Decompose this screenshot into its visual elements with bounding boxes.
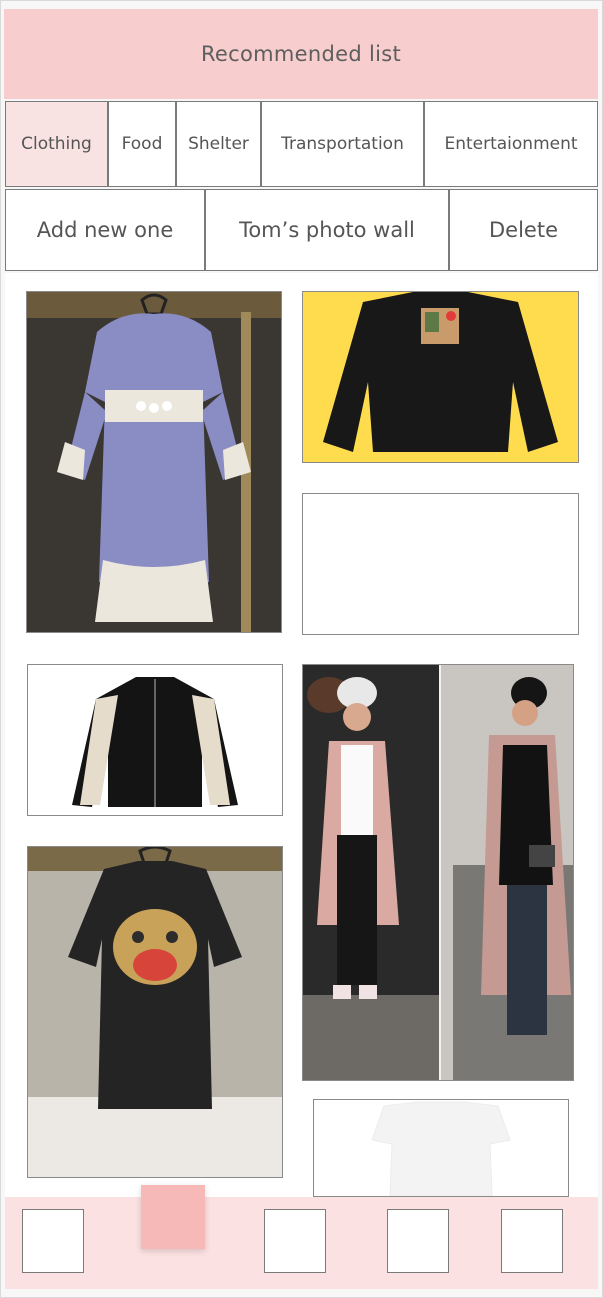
photo-wall-label: Tom’s photo wall: [239, 218, 415, 242]
nav-list-tab[interactable]: [141, 1185, 205, 1249]
dress-image: [27, 292, 281, 632]
tshirt-image: [28, 847, 282, 1177]
tab-label: Transportation: [281, 134, 404, 154]
bottom-nav: [5, 1185, 598, 1289]
tab-shelter[interactable]: Shelter: [176, 101, 261, 187]
tab-transportation[interactable]: Transportation: [261, 101, 424, 187]
gallery-item-black-tiger-tshirt[interactable]: [27, 846, 283, 1178]
tab-label: Food: [121, 134, 163, 154]
nav-add-tab[interactable]: [264, 1209, 326, 1273]
header-bar: Recommended list: [4, 9, 598, 99]
white-tshirt-image: [314, 1100, 568, 1196]
gallery-item-black-sweatshirt[interactable]: [302, 291, 579, 463]
tab-clothing[interactable]: Clothing: [5, 101, 108, 187]
page-title: Recommended list: [200, 42, 401, 66]
gallery-item-lavender-dress[interactable]: [26, 291, 282, 633]
tab-label: Shelter: [188, 134, 249, 154]
action-bar: Add new one Tom’s photo wall Delete: [5, 189, 598, 271]
tab-entertainment[interactable]: Entertaionment: [424, 101, 598, 187]
photo-wall-button[interactable]: Tom’s photo wall: [205, 189, 449, 271]
tab-label: Clothing: [21, 134, 92, 154]
nav-messages-tab[interactable]: [387, 1209, 449, 1273]
nav-home-tab[interactable]: [22, 1209, 84, 1273]
gallery-item-white-tshirt[interactable]: [313, 1099, 569, 1197]
category-tabs: Clothing Food Shelter Transportation Ent…: [5, 101, 598, 189]
add-new-button[interactable]: Add new one: [5, 189, 205, 271]
nav-profile-tab[interactable]: [501, 1209, 563, 1273]
sweatshirt-image: [303, 292, 578, 462]
photo-gallery: [5, 273, 598, 1197]
delete-label: Delete: [489, 218, 558, 242]
app-frame: Recommended list Clothing Food Shelter T…: [0, 0, 603, 1298]
gallery-item-pink-coat-outfits[interactable]: [302, 664, 574, 1081]
outfits-image: [303, 665, 573, 1080]
add-new-label: Add new one: [36, 218, 174, 242]
delete-button[interactable]: Delete: [449, 189, 598, 271]
tab-food[interactable]: Food: [108, 101, 176, 187]
jacket-image: [28, 665, 282, 815]
gallery-item-black-jacket[interactable]: [27, 664, 283, 816]
gallery-item-empty[interactable]: [302, 493, 579, 635]
tab-label: Entertaionment: [444, 134, 578, 154]
